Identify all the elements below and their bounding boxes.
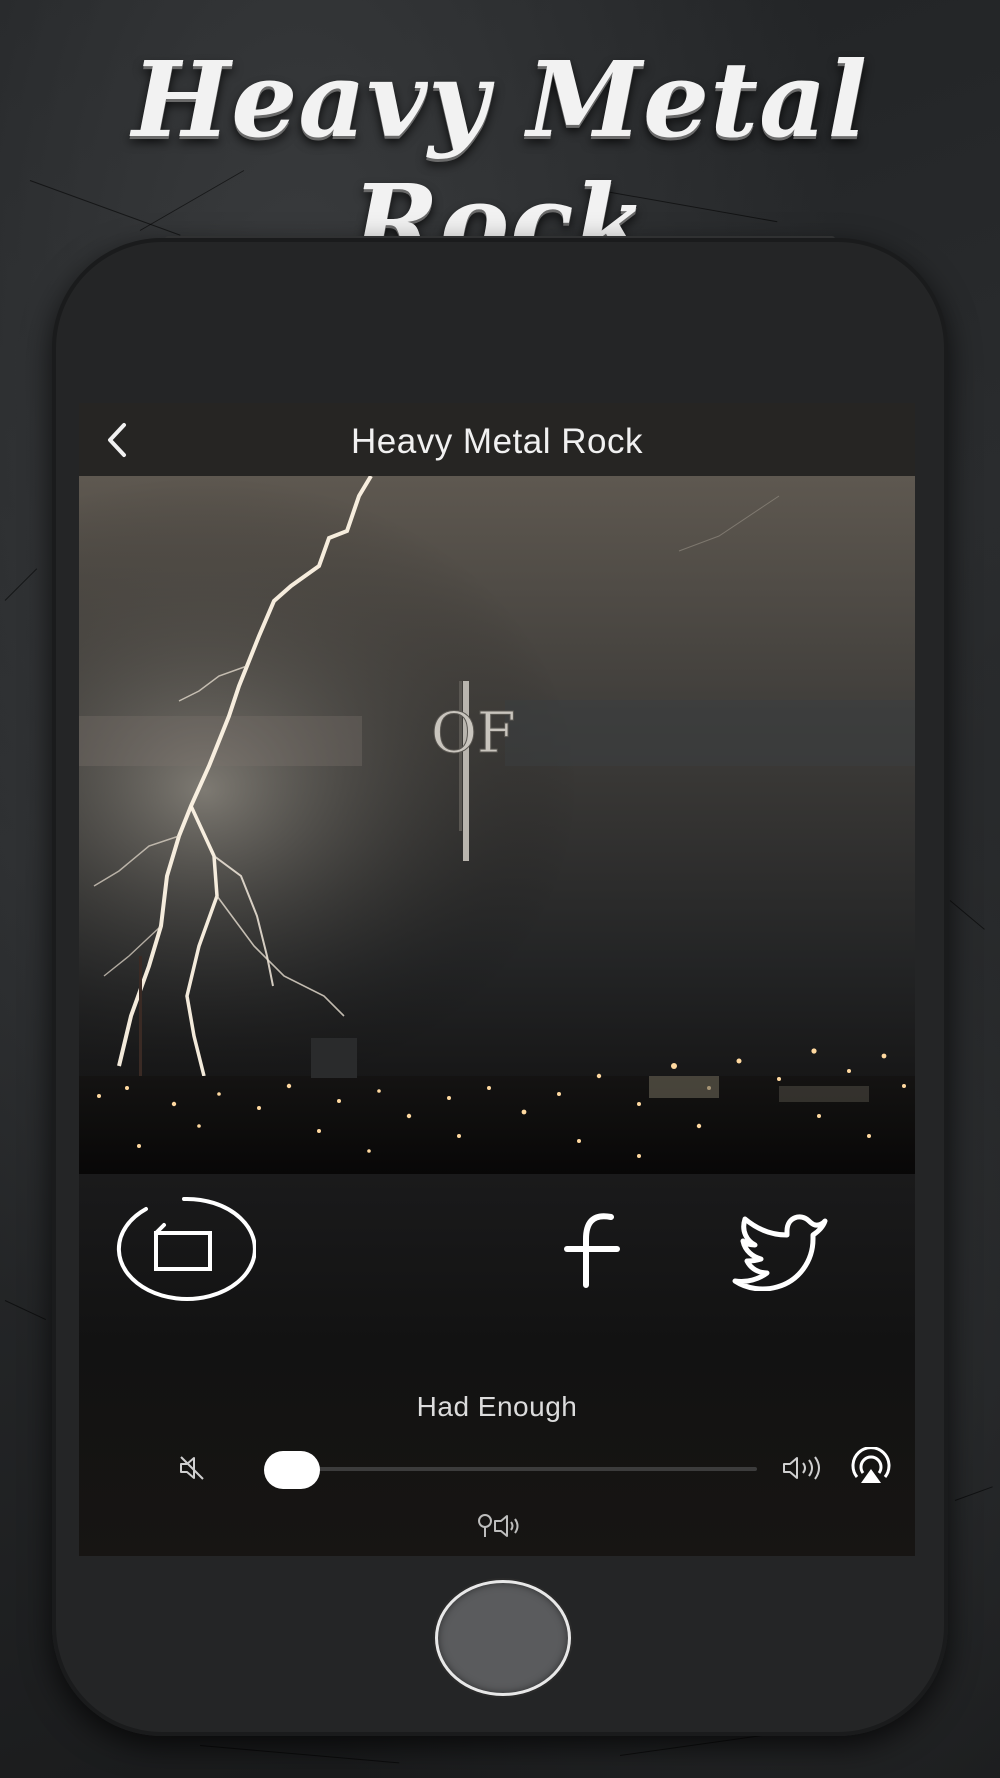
twitter-icon xyxy=(732,1214,828,1292)
airplay-button[interactable] xyxy=(849,1446,893,1487)
artwork-text: OF xyxy=(431,701,516,766)
volume-icon xyxy=(783,1456,820,1480)
mute-icon xyxy=(180,1456,204,1480)
album-artwork: OF xyxy=(79,474,915,1174)
screen-mirror-button[interactable] xyxy=(112,1195,257,1303)
nav-title: Heavy Metal Rock xyxy=(351,422,643,461)
speaker-output-icon xyxy=(478,1514,519,1537)
song-title: Had Enough xyxy=(416,1391,578,1422)
app-screen: Heavy Metal Rock OF Had Enough xyxy=(79,403,915,1556)
volume-max-button[interactable] xyxy=(781,1453,827,1483)
airplay-icon xyxy=(851,1446,891,1483)
facebook-share-button[interactable] xyxy=(561,1211,627,1289)
screen-mirror-icon xyxy=(116,1196,257,1301)
mute-button[interactable] xyxy=(177,1453,207,1483)
volume-slider-thumb[interactable] xyxy=(263,1451,320,1489)
nav-bar: Heavy Metal Rock xyxy=(79,403,915,476)
volume-slider-track[interactable] xyxy=(267,1467,757,1471)
home-button[interactable] xyxy=(435,1580,571,1696)
facebook-icon xyxy=(564,1213,620,1288)
speaker-output-button[interactable] xyxy=(475,1511,523,1541)
twitter-share-button[interactable] xyxy=(731,1211,831,1292)
